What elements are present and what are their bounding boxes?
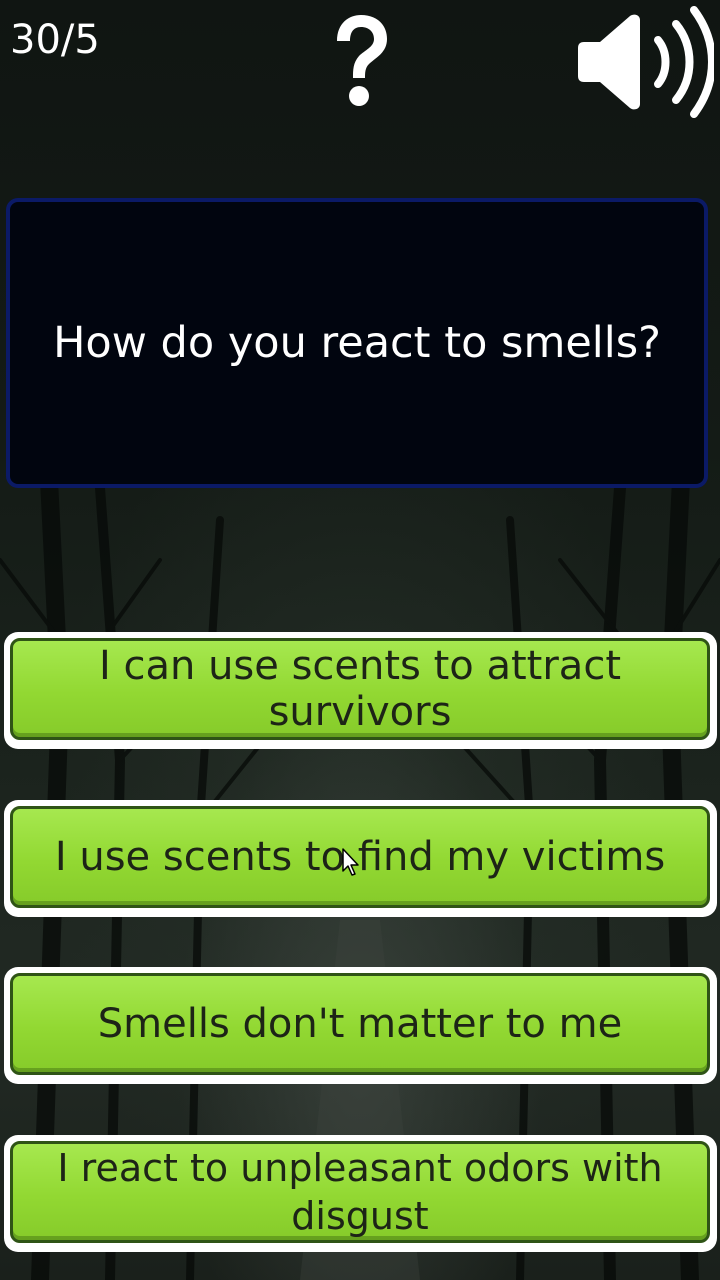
question-panel: How do you react to smells?: [6, 198, 708, 488]
question-text: How do you react to smells?: [53, 318, 661, 368]
help-button[interactable]: [318, 8, 402, 114]
answer-button-1[interactable]: I can use scents to attract survivors: [4, 632, 717, 749]
answer-button-1-face[interactable]: I can use scents to attract survivors: [10, 638, 710, 740]
sound-toggle-button[interactable]: [568, 6, 716, 118]
answer-button-4[interactable]: I react to unpleasant odors with disgust: [4, 1135, 717, 1252]
answer-label: I can use scents to attract survivors: [98, 643, 621, 735]
question-mark-icon: [337, 15, 387, 106]
speaker-volume-icon: [578, 6, 716, 118]
answer-button-4-face[interactable]: I react to unpleasant odors with disgust: [10, 1141, 710, 1243]
answer-button-3-face[interactable]: Smells don't matter to me: [10, 973, 710, 1075]
answer-label: I react to unpleasant odors with disgust: [57, 1146, 663, 1238]
answer-label: Smells don't matter to me: [97, 1001, 623, 1047]
question-counter: 30/5: [10, 17, 100, 63]
answer-button-3[interactable]: Smells don't matter to me: [4, 967, 717, 1084]
mouse-pointer-icon: [342, 848, 359, 876]
